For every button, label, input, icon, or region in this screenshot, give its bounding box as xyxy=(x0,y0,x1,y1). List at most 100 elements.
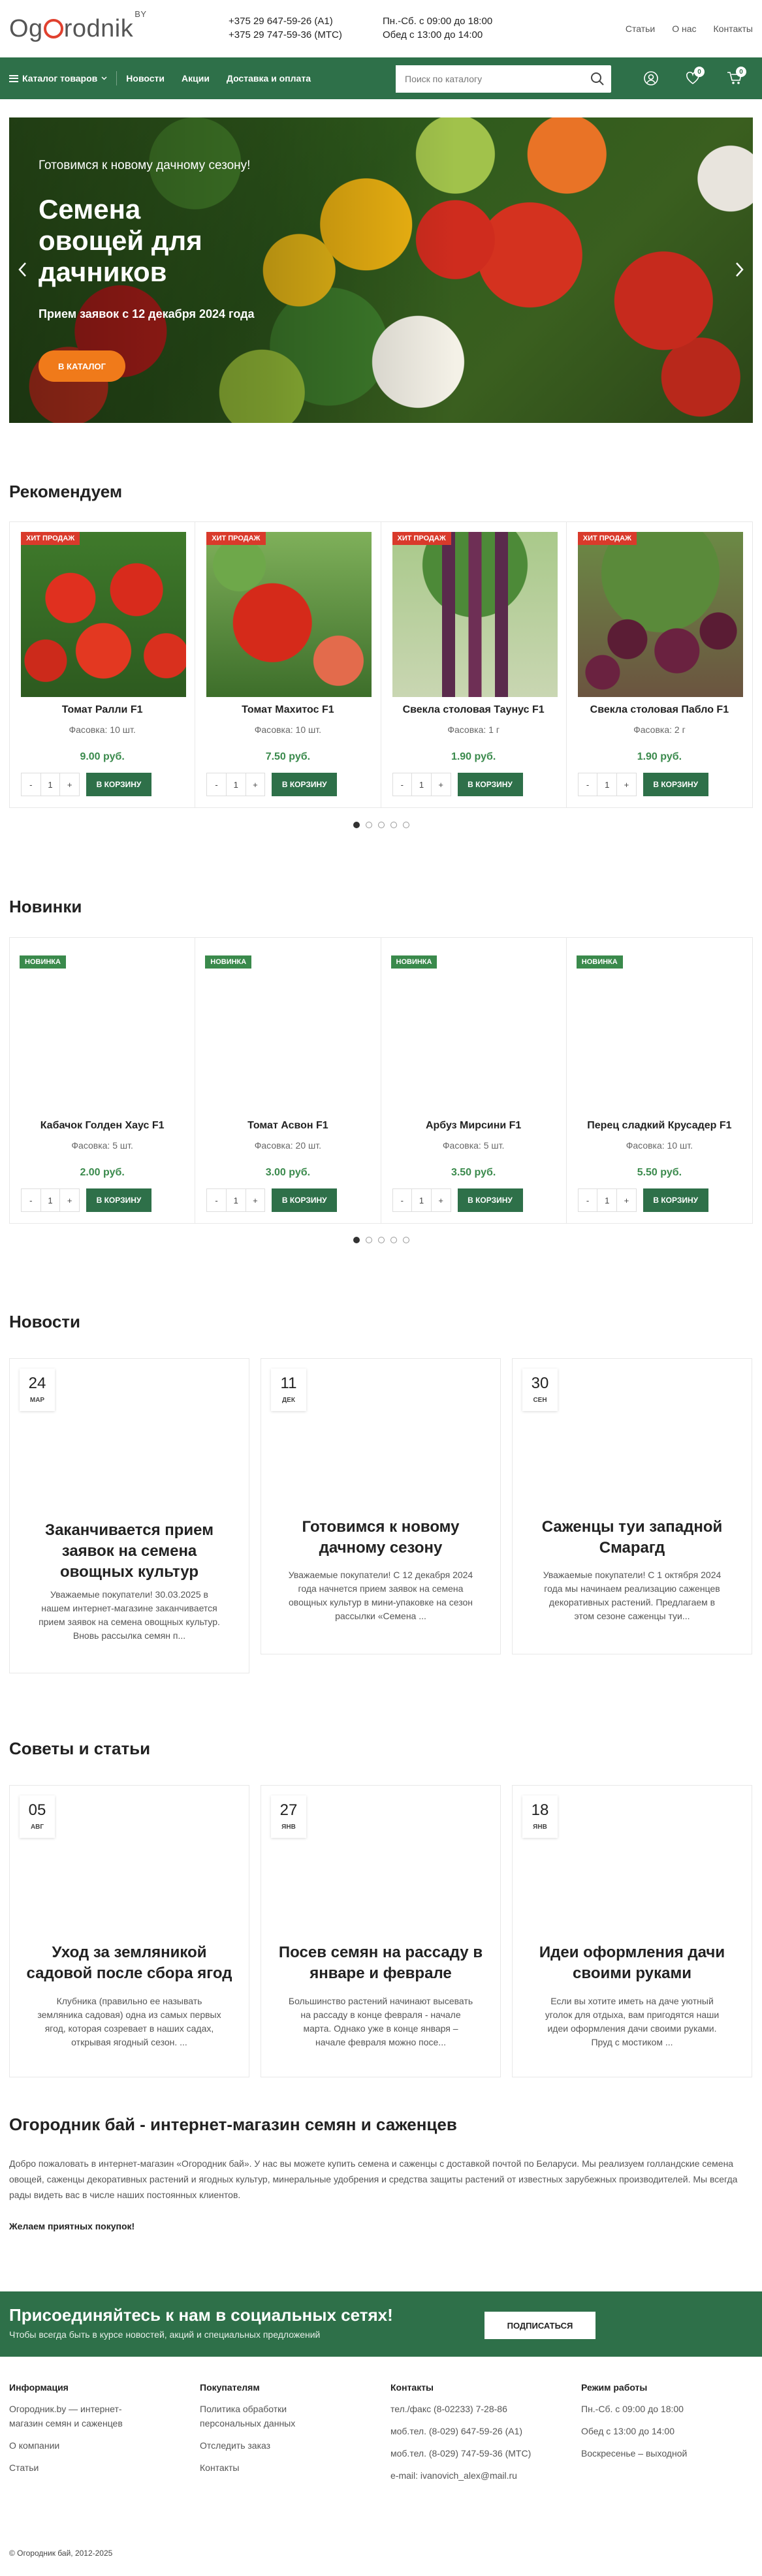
footer-contact[interactable]: тел./факс (8-02233) 7-28-86 xyxy=(390,2402,560,2416)
cart-icon[interactable]: 0 xyxy=(714,57,755,99)
product-name[interactable]: Томат Ралли F1 xyxy=(10,704,195,716)
nav-link-delivery[interactable]: Доставка и оплата xyxy=(227,73,311,84)
news-card[interactable]: 24 МАР Заканчивается прием заявок на семе… xyxy=(9,1358,249,1673)
pagination-dot[interactable] xyxy=(390,822,397,828)
product-card[interactable]: НОВИНКА Кабачок Голден Хаус F1 Фасовка: … xyxy=(10,938,196,1223)
quantity-stepper[interactable]: -1 + xyxy=(392,773,451,796)
product-image-tomatoes[interactable] xyxy=(21,532,186,697)
product-image-beets-field[interactable] xyxy=(577,532,743,697)
pagination-dot[interactable] xyxy=(353,822,360,828)
news-card[interactable]: 30 СЕН Саженцы туи западной Смарагд Уважа… xyxy=(512,1358,752,1654)
qty-value[interactable]: 1 xyxy=(225,773,246,796)
pagination-dot[interactable] xyxy=(365,822,372,828)
footer-link[interactable]: Огородник.by — интернет-магазин семян и … xyxy=(9,2402,146,2430)
footer-link[interactable]: О компании xyxy=(9,2438,179,2453)
qty-plus[interactable]: + xyxy=(246,1189,265,1211)
hero-catalog-button[interactable]: В КАТАЛОГ xyxy=(39,350,125,382)
hero-prev-icon[interactable] xyxy=(14,260,30,279)
product-card[interactable]: ХИТ ПРОДАЖ Томат Махитос F1 Фасовка: 10 … xyxy=(195,522,381,807)
qty-plus[interactable]: + xyxy=(246,773,265,796)
add-to-cart-button[interactable]: В КОРЗИНУ xyxy=(86,1188,151,1212)
wishlist-icon[interactable]: 0 xyxy=(672,57,714,99)
qty-minus[interactable]: - xyxy=(207,1189,226,1211)
news-title[interactable]: Саженцы туи западной Смарагд xyxy=(529,1517,735,1559)
quantity-stepper[interactable]: -1 + xyxy=(392,1188,451,1212)
qty-minus[interactable]: - xyxy=(579,1189,597,1211)
qty-value[interactable]: 1 xyxy=(597,773,618,796)
add-to-cart-button[interactable]: В КОРЗИНУ xyxy=(457,773,523,796)
quantity-stepper[interactable]: -1 + xyxy=(577,773,637,796)
footer-contact[interactable]: моб.тел. (8-029) 647-59-26 (А1) xyxy=(390,2424,560,2438)
search-input[interactable] xyxy=(396,65,585,93)
top-link-about[interactable]: О нас xyxy=(672,23,696,34)
footer-contact[interactable]: e-mail: ivanovich_alex@mail.ru xyxy=(390,2468,560,2483)
article-title[interactable]: Посев семян на рассаду в январе и феврал… xyxy=(278,1942,484,1984)
pagination-dot[interactable] xyxy=(377,822,385,828)
qty-plus[interactable]: + xyxy=(60,1189,79,1211)
account-icon[interactable] xyxy=(630,57,672,99)
product-image-beets[interactable] xyxy=(392,532,558,697)
pagination-dot[interactable] xyxy=(402,822,409,828)
pagination-dot[interactable] xyxy=(353,1237,360,1243)
quantity-stepper[interactable]: -1 + xyxy=(577,1188,637,1212)
pagination-dot[interactable] xyxy=(390,1237,397,1243)
qty-value[interactable]: 1 xyxy=(411,1189,432,1211)
product-name[interactable]: Перец сладкий Крусадер F1 xyxy=(567,1120,752,1132)
qty-minus[interactable]: - xyxy=(393,773,412,796)
article-card[interactable]: 18 ЯНВ Идеи оформления дачи своими руками… xyxy=(512,1785,752,2077)
qty-value[interactable]: 1 xyxy=(597,1189,618,1211)
add-to-cart-button[interactable]: В КОРЗИНУ xyxy=(643,1188,708,1212)
subscribe-button[interactable]: ПОДПИСАТЬСЯ xyxy=(484,2312,595,2339)
product-card[interactable]: НОВИНКА Перец сладкий Крусадер F1 Фасовк… xyxy=(567,938,752,1223)
qty-minus[interactable]: - xyxy=(579,773,597,796)
quantity-stepper[interactable]: -1 + xyxy=(206,1188,266,1212)
add-to-cart-button[interactable]: В КОРЗИНУ xyxy=(643,773,708,796)
news-title[interactable]: Заканчивается прием заявок на семена ово… xyxy=(26,1520,232,1583)
qty-value[interactable]: 1 xyxy=(411,773,432,796)
search-icon[interactable] xyxy=(585,65,611,93)
qty-value[interactable]: 1 xyxy=(225,1189,246,1211)
hero-next-icon[interactable] xyxy=(732,260,748,279)
product-card[interactable]: ХИТ ПРОДАЖ Томат Ралли F1 Фасовка: 10 шт… xyxy=(10,522,196,807)
top-link-articles[interactable]: Статьи xyxy=(626,23,655,34)
qty-plus[interactable]: + xyxy=(617,1189,636,1211)
qty-plus[interactable]: + xyxy=(432,1189,451,1211)
site-logo[interactable]: Og rodnikBY xyxy=(9,9,147,43)
article-card[interactable]: 05 АВГ Уход за земляникой садовой после с… xyxy=(9,1785,249,2077)
product-name[interactable]: Томат Махитос F1 xyxy=(195,704,380,716)
footer-link[interactable]: Отследить заказ xyxy=(200,2438,370,2453)
qty-minus[interactable]: - xyxy=(207,773,226,796)
article-title[interactable]: Идеи оформления дачи своими руками xyxy=(529,1942,735,1984)
product-card[interactable]: ХИТ ПРОДАЖ Свекла столовая Таунус F1 Фас… xyxy=(381,522,567,807)
pagination-dot[interactable] xyxy=(377,1237,385,1243)
phone-mts[interactable]: +375 29 747-59-36 (МТС) xyxy=(229,28,342,42)
article-card[interactable]: 27 ЯНВ Посев семян на рассаду в январе и … xyxy=(261,1785,501,2077)
qty-plus[interactable]: + xyxy=(60,773,79,796)
product-name[interactable]: Арбуз Мирсини F1 xyxy=(381,1120,566,1132)
quantity-stepper[interactable]: -1 + xyxy=(21,1188,80,1212)
qty-value[interactable]: 1 xyxy=(40,1189,61,1211)
product-image-tomato-vine[interactable] xyxy=(206,532,372,697)
news-card[interactable]: 11 ДЕК Готовимся к новому дачному сезону … xyxy=(261,1358,501,1654)
add-to-cart-button[interactable]: В КОРЗИНУ xyxy=(272,1188,338,1212)
qty-plus[interactable]: + xyxy=(617,773,636,796)
product-name[interactable]: Кабачок Голден Хаус F1 xyxy=(10,1120,195,1132)
footer-link[interactable]: Статьи xyxy=(9,2460,179,2475)
qty-plus[interactable]: + xyxy=(432,773,451,796)
pagination-dot[interactable] xyxy=(365,1237,372,1243)
footer-link[interactable]: Политика обработки персональных данных xyxy=(200,2402,330,2430)
quantity-stepper[interactable]: -1 + xyxy=(21,773,80,796)
add-to-cart-button[interactable]: В КОРЗИНУ xyxy=(457,1188,523,1212)
qty-value[interactable]: 1 xyxy=(40,773,61,796)
nav-link-sales[interactable]: Акции xyxy=(182,73,210,84)
nav-link-news[interactable]: Новости xyxy=(126,73,165,84)
qty-minus[interactable]: - xyxy=(22,773,40,796)
qty-minus[interactable]: - xyxy=(22,1189,40,1211)
catalog-menu-button[interactable]: Каталог товаров xyxy=(9,73,107,84)
pagination-dot[interactable] xyxy=(402,1237,409,1243)
product-name[interactable]: Томат Асвон F1 xyxy=(195,1120,380,1132)
news-title[interactable]: Готовимся к новому дачному сезону xyxy=(278,1517,484,1559)
product-card[interactable]: ХИТ ПРОДАЖ Свекла столовая Пабло F1 Фасо… xyxy=(567,522,752,807)
footer-link[interactable]: Контакты xyxy=(200,2460,370,2475)
add-to-cart-button[interactable]: В КОРЗИНУ xyxy=(86,773,151,796)
